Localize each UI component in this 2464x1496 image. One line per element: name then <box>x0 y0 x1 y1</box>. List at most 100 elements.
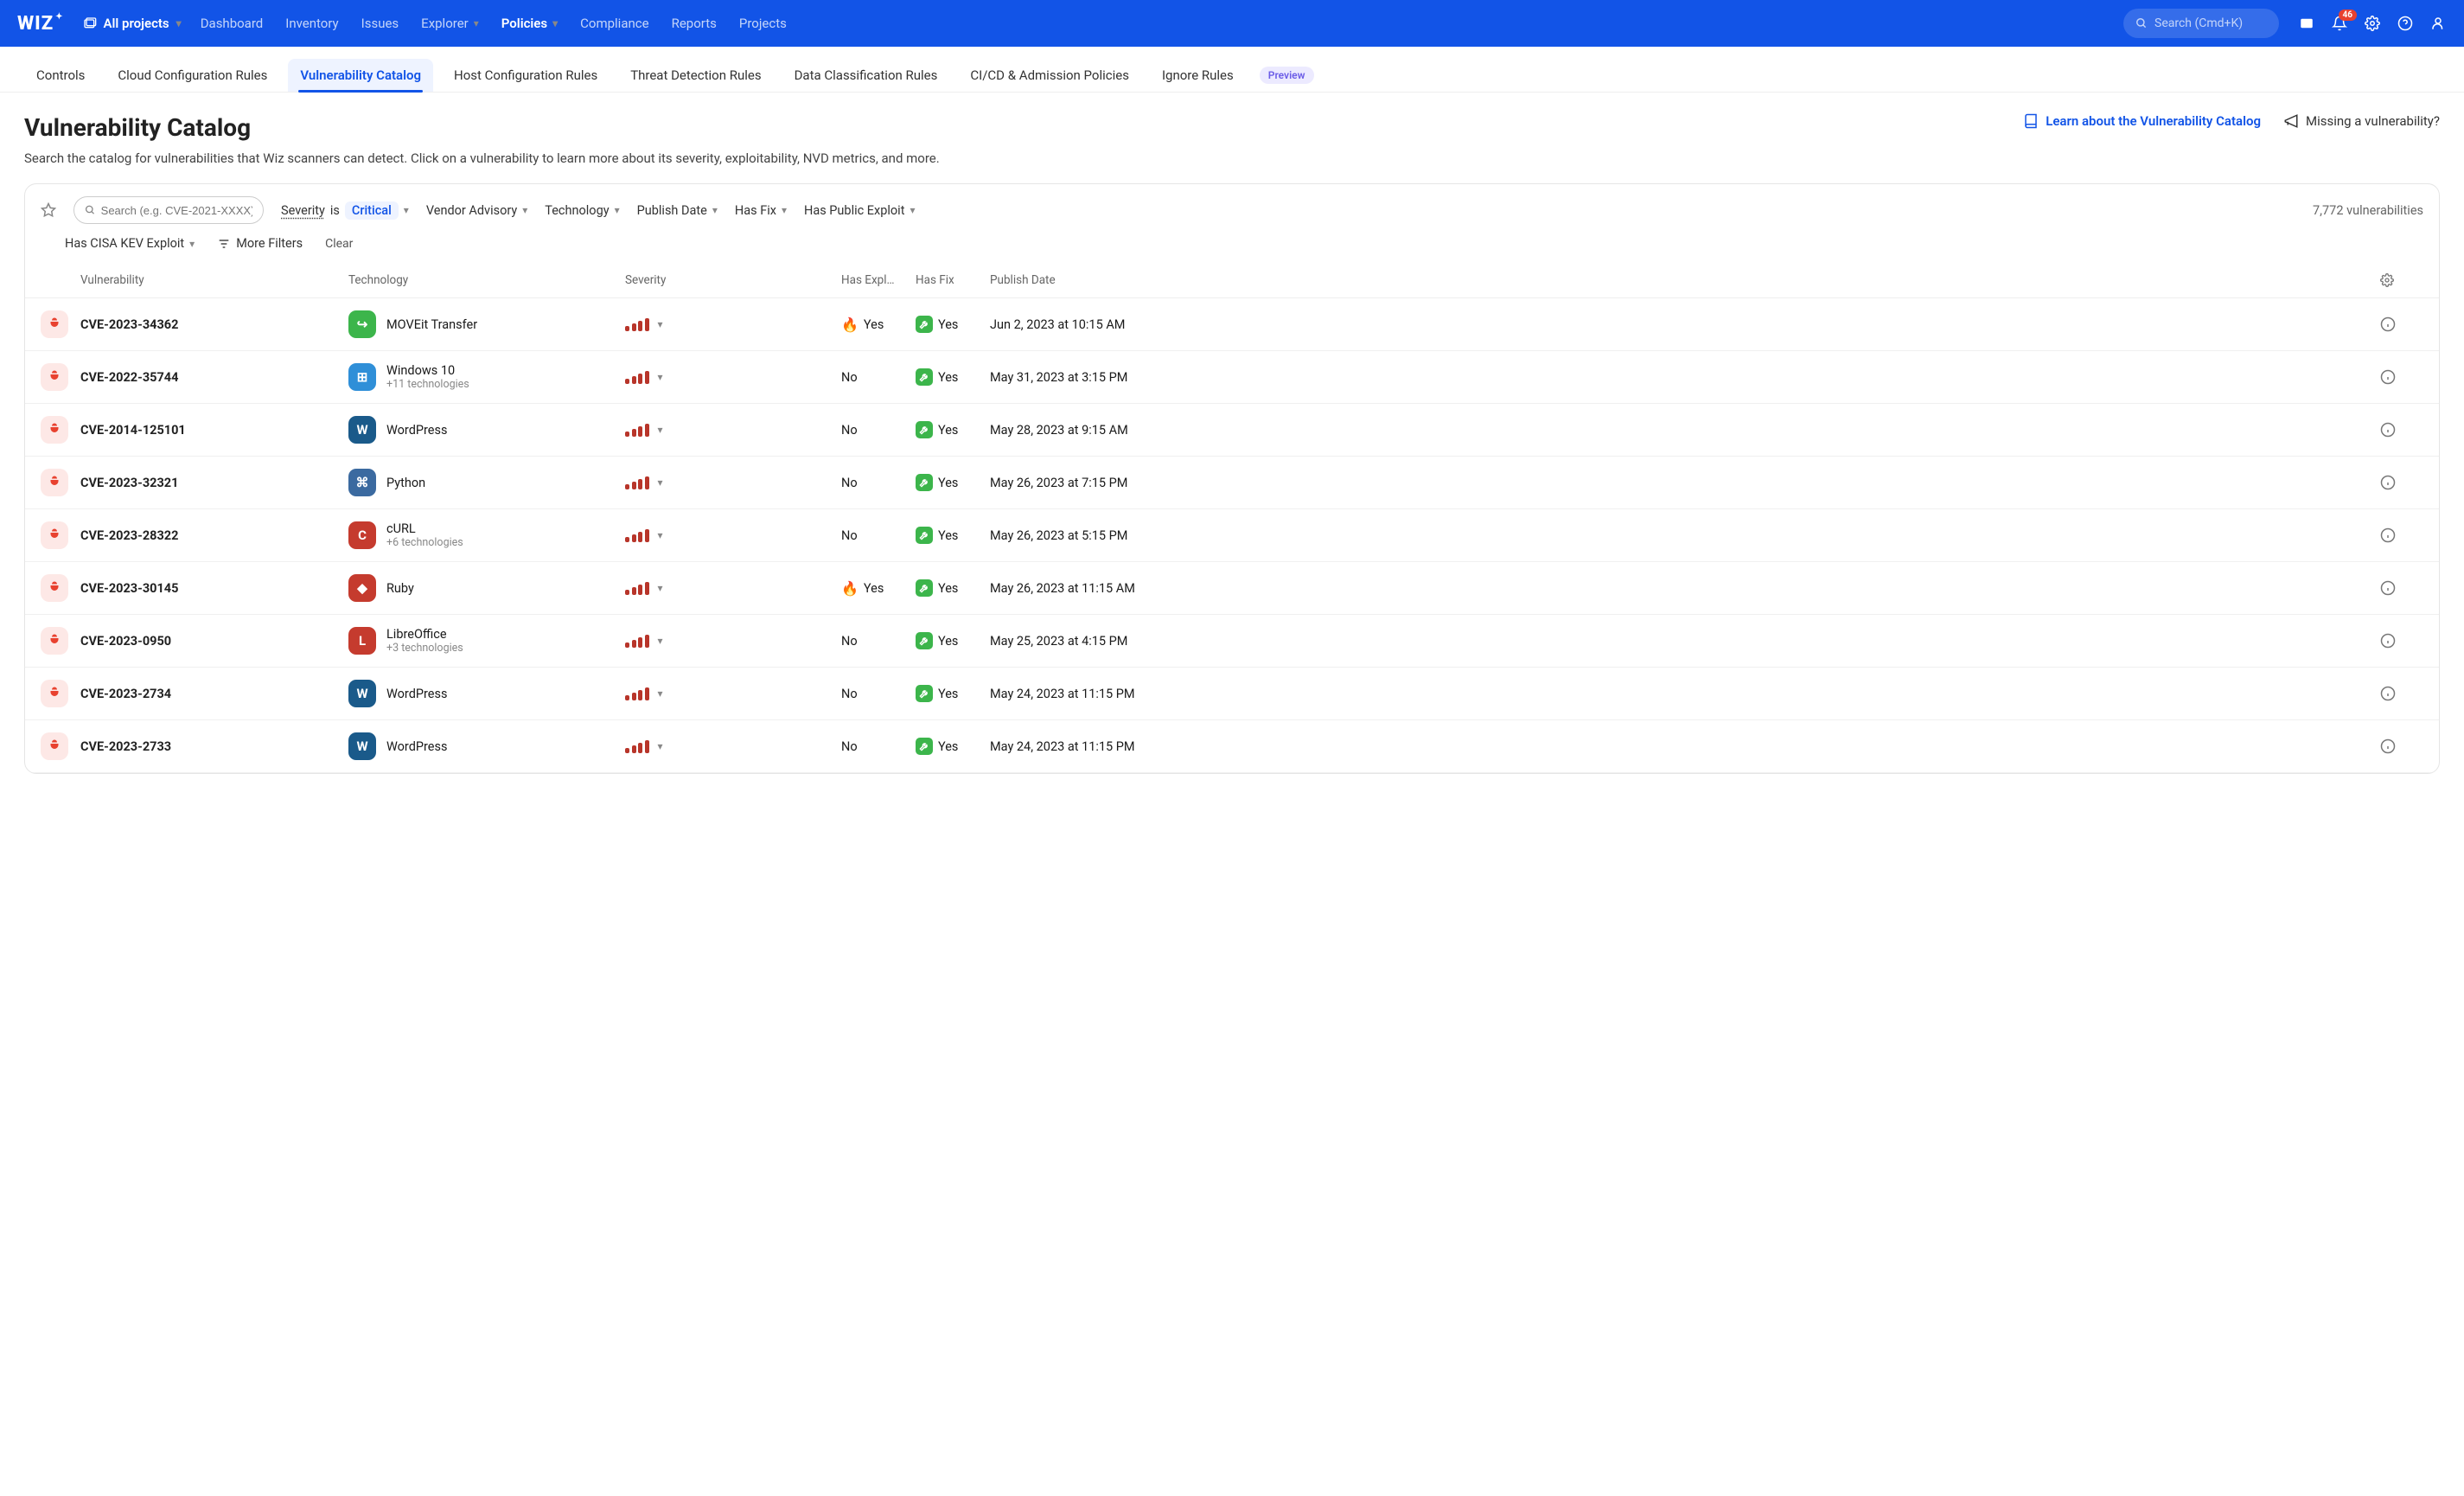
technology-cell: W WordPress <box>348 680 625 707</box>
tab-ignore[interactable]: Ignore Rules <box>1150 59 1246 92</box>
technology-name: Windows 10 <box>386 363 469 378</box>
row-info-button[interactable] <box>2380 475 2423 490</box>
severity-cell[interactable]: ▾ <box>625 740 841 753</box>
severity-cell[interactable]: ▾ <box>625 371 841 384</box>
learn-link[interactable]: Learn about the Vulnerability Catalog <box>2023 113 2261 129</box>
row-info-button[interactable] <box>2380 738 2423 754</box>
project-selector[interactable]: All projects ▾ <box>83 16 182 31</box>
severity-cell[interactable]: ▾ <box>625 318 841 331</box>
col-vulnerability[interactable]: Vulnerability <box>80 273 348 287</box>
notifications-icon[interactable]: 46 <box>2331 15 2348 32</box>
table-row[interactable]: CVE-2023-2734 W WordPress ▾ No Yes May 2… <box>25 668 2439 720</box>
severity-bars-icon <box>625 582 649 595</box>
filter-public-exploit[interactable]: Has Public Exploit▾ <box>804 203 916 218</box>
severity-cell[interactable]: ▾ <box>625 582 841 595</box>
global-search[interactable]: Search (Cmd+K) <box>2123 9 2279 38</box>
nav-policies[interactable]: Policies▾ <box>501 16 558 31</box>
severity-cell[interactable]: ▾ <box>625 424 841 437</box>
nav-issues[interactable]: Issues <box>361 16 399 31</box>
more-filters[interactable]: More Filters <box>217 236 303 251</box>
logo[interactable]: WIZ✦ <box>17 13 64 35</box>
severity-cell[interactable]: ▾ <box>625 476 841 489</box>
star-icon <box>41 202 56 218</box>
technology-sub: +3 technologies <box>386 642 463 655</box>
nav-dashboard[interactable]: Dashboard <box>201 16 264 31</box>
column-settings[interactable] <box>2380 273 2423 287</box>
fix-cell: Yes <box>916 579 990 597</box>
col-has-fix[interactable]: Has Fix <box>916 273 990 287</box>
table-row[interactable]: CVE-2023-30145 ◆ Ruby ▾ 🔥 Yes Yes May 26… <box>25 562 2439 615</box>
nav-projects[interactable]: Projects <box>739 16 787 31</box>
severity-cell[interactable]: ▾ <box>625 635 841 648</box>
chevron-down-icon: ▾ <box>474 17 479 29</box>
severity-bars-icon <box>625 476 649 489</box>
vuln-search-input[interactable] <box>101 204 252 217</box>
nav-explorer[interactable]: Explorer▾ <box>421 16 479 31</box>
filter-icon <box>217 237 231 251</box>
row-info-button[interactable] <box>2380 422 2423 438</box>
row-info-button[interactable] <box>2380 527 2423 543</box>
row-info-button[interactable] <box>2380 369 2423 385</box>
severity-cell[interactable]: ▾ <box>625 529 841 542</box>
preview-badge: Preview <box>1260 67 1314 84</box>
chevron-down-icon: ▾ <box>176 17 182 29</box>
nav-compliance[interactable]: Compliance <box>580 16 648 31</box>
chevron-down-icon: ▾ <box>189 238 195 250</box>
row-info-button[interactable] <box>2380 686 2423 701</box>
tab-data-class[interactable]: Data Classification Rules <box>782 59 950 92</box>
table-row[interactable]: CVE-2022-35744 ⊞ Windows 10 +11 technolo… <box>25 351 2439 404</box>
nav-reports[interactable]: Reports <box>672 16 717 31</box>
col-exploit[interactable]: Has Expl… <box>841 273 916 287</box>
wrench-icon <box>916 527 933 544</box>
chevron-down-icon: ▾ <box>522 204 527 216</box>
help-icon[interactable] <box>2397 15 2414 32</box>
fix-cell: Yes <box>916 421 990 438</box>
nav-inventory[interactable]: Inventory <box>285 16 338 31</box>
settings-icon[interactable] <box>2364 15 2381 32</box>
tab-cicd[interactable]: CI/CD & Admission Policies <box>958 59 1141 92</box>
user-icon[interactable] <box>2429 15 2447 32</box>
tab-cloud-config[interactable]: Cloud Configuration Rules <box>105 59 279 92</box>
row-info-button[interactable] <box>2380 580 2423 596</box>
info-icon <box>2380 738 2396 754</box>
filter-has-fix[interactable]: Has Fix▾ <box>735 203 787 218</box>
chevron-down-icon: ▾ <box>404 204 409 216</box>
vuln-search[interactable] <box>73 196 264 224</box>
filter-cisa[interactable]: Has CISA KEV Exploit▾ <box>65 236 195 251</box>
col-severity[interactable]: Severity <box>625 273 841 287</box>
table-row[interactable]: CVE-2023-0950 L LibreOffice +3 technolog… <box>25 615 2439 668</box>
tab-threat[interactable]: Threat Detection Rules <box>618 59 773 92</box>
clear-button[interactable]: Clear <box>325 237 353 251</box>
row-info-button[interactable] <box>2380 633 2423 649</box>
filter-publish-date[interactable]: Publish Date▾ <box>637 203 718 218</box>
publish-date: May 25, 2023 at 4:15 PM <box>990 634 2380 649</box>
missing-link[interactable]: Missing a vulnerability? <box>2283 113 2440 129</box>
exploit-value: No <box>841 528 858 543</box>
filter-severity[interactable]: Severity is Critical ▾ <box>281 201 409 220</box>
severity-value: Critical <box>345 201 399 220</box>
tab-vuln-catalog[interactable]: Vulnerability Catalog <box>288 59 433 92</box>
table-row[interactable]: CVE-2023-32321 ⌘ Python ▾ No Yes May 26,… <box>25 457 2439 509</box>
filter-technology[interactable]: Technology▾ <box>545 203 619 218</box>
exploit-value: No <box>841 423 858 438</box>
col-technology[interactable]: Technology <box>348 273 625 287</box>
publish-date: May 31, 2023 at 3:15 PM <box>990 370 2380 385</box>
severity-cell[interactable]: ▾ <box>625 687 841 700</box>
table-row[interactable]: CVE-2023-28322 C cURL +6 technologies ▾ … <box>25 509 2439 562</box>
table-row[interactable]: CVE-2014-125101 W WordPress ▾ No Yes May… <box>25 404 2439 457</box>
favorite-button[interactable] <box>41 202 56 218</box>
technology-icon: W <box>348 732 376 760</box>
exploit-cell: No <box>841 476 916 490</box>
col-publish-date[interactable]: Publish Date <box>990 273 2380 287</box>
card-icon[interactable] <box>2298 15 2315 32</box>
row-info-button[interactable] <box>2380 316 2423 332</box>
filter-vendor[interactable]: Vendor Advisory▾ <box>426 203 527 218</box>
table-row[interactable]: CVE-2023-34362 ↪ MOVEit Transfer ▾ 🔥 Yes… <box>25 298 2439 351</box>
chevron-down-icon: ▾ <box>658 476 663 489</box>
technology-sub: +11 technologies <box>386 378 469 391</box>
tab-host-config[interactable]: Host Configuration Rules <box>442 59 610 92</box>
table-row[interactable]: CVE-2023-2733 W WordPress ▾ No Yes May 2… <box>25 720 2439 773</box>
tab-controls[interactable]: Controls <box>24 59 97 92</box>
cve-id: CVE-2023-28322 <box>80 528 348 543</box>
cve-id: CVE-2014-125101 <box>80 423 348 438</box>
